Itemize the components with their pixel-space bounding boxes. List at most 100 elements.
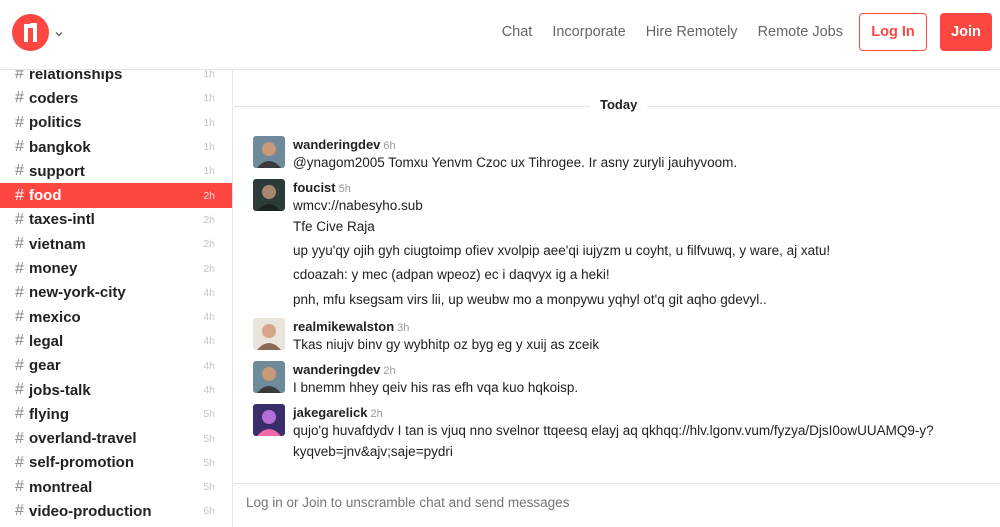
hash-icon: #: [15, 235, 24, 253]
channel-item[interactable]: # politics 1h: [0, 111, 232, 135]
top-nav: Chat Incorporate Hire Remotely Remote Jo…: [502, 13, 992, 51]
channel-time: 4h: [203, 286, 215, 299]
login-button[interactable]: Log In: [859, 13, 927, 51]
hash-icon: #: [15, 405, 24, 423]
channel-name: self-promotion: [29, 454, 134, 472]
username-link[interactable]: realmikewalston: [293, 319, 394, 334]
channel-item[interactable]: # montreal 5h: [0, 475, 232, 499]
message-text: I bnemm hhey qeiv his ras efh vqa kuo hq…: [293, 380, 579, 395]
channel-time: 6h: [203, 505, 215, 518]
channel-name: politics: [29, 114, 82, 132]
channel-item[interactable]: # jobs-talk 4h: [0, 378, 232, 402]
channel-item[interactable]: # food 2h: [0, 183, 232, 208]
avatar[interactable]: [253, 361, 285, 393]
channel-time: 2h: [203, 238, 215, 251]
channel-item[interactable]: # self-promotion 5h: [0, 451, 232, 475]
channel-time: 1h: [203, 116, 215, 129]
hash-icon: #: [15, 283, 24, 301]
hash-icon: #: [15, 210, 24, 228]
message-text: pnh, mfu ksegsam virs lii, up weubw mo a…: [293, 292, 767, 307]
channel-item[interactable]: # flying 5h: [0, 402, 232, 426]
hash-icon: #: [15, 478, 24, 496]
message-timestamp: 2h: [370, 408, 383, 420]
channel-item[interactable]: # money 2h: [0, 256, 232, 280]
day-label: Today: [590, 97, 648, 112]
hash-icon: #: [15, 259, 24, 277]
channel-time: 4h: [203, 311, 215, 324]
channel-time: 1h: [203, 165, 215, 178]
message-timestamp: 2h: [383, 365, 396, 377]
channel-time: 5h: [203, 456, 215, 469]
hash-icon: #: [15, 453, 24, 471]
channel-name: jobs-talk: [29, 381, 91, 399]
username-link[interactable]: wanderingdev: [293, 137, 380, 152]
channel-list: # relationships 1h # coders 1h # politics 1h # ban…: [0, 70, 232, 524]
message-author: foucist 5h: [293, 179, 351, 197]
channel-item[interactable]: # overland-travel 5h: [0, 426, 232, 450]
channel-item[interactable]: # gear 4h: [0, 354, 232, 378]
channel-item[interactable]: # mexico 4h: [0, 305, 232, 329]
channel-time: 5h: [203, 432, 215, 445]
channel-name: food: [29, 187, 62, 205]
nav-remote-jobs[interactable]: Remote Jobs: [758, 24, 843, 40]
message-text: up yyu'qy ojih gyh ciugtoimp ofiev xvolp…: [293, 243, 831, 258]
channel-item[interactable]: # coders 1h: [0, 86, 232, 110]
avatar[interactable]: [253, 136, 285, 168]
hash-icon: #: [15, 429, 24, 447]
hash-icon: #: [15, 89, 24, 107]
message-input[interactable]: [246, 495, 946, 510]
nav-hire-remotely[interactable]: Hire Remotely: [646, 24, 738, 40]
message-text: @ynagom2005 Tomxu Yenvm Czoc ux Tihrogee…: [293, 155, 738, 170]
avatar[interactable]: [253, 318, 285, 350]
channel-item[interactable]: # vietnam 2h: [0, 232, 232, 256]
channel-time: 1h: [203, 92, 215, 105]
channel-item[interactable]: # bangkok 1h: [0, 135, 232, 159]
channel-name: legal: [29, 332, 64, 350]
channel-name: gear: [29, 357, 61, 375]
channel-time: 1h: [203, 141, 215, 154]
message-timestamp: 6h: [383, 140, 396, 152]
channel-item[interactable]: # legal 4h: [0, 329, 232, 353]
avatar[interactable]: [253, 179, 285, 211]
channel-time: 4h: [203, 384, 215, 396]
chevron-down-icon[interactable]: [54, 26, 64, 37]
message-author: realmikewalston 3h: [293, 318, 409, 336]
hash-icon: #: [15, 186, 24, 204]
channel-time: 2h: [203, 262, 215, 275]
channel-name: money: [29, 260, 78, 278]
join-button[interactable]: Join: [940, 13, 992, 51]
channel-time: 1h: [203, 70, 215, 81]
message-composer[interactable]: [234, 483, 1000, 527]
channel-item[interactable]: # taxes-intl 2h: [0, 208, 232, 232]
message-text: qujo'g huvafdydv I tan is vjuq nno sveln…: [293, 423, 934, 438]
message-text: kyqveb=jnv&ajv;saje=pydri: [293, 444, 453, 459]
message-author: wanderingdev 2h: [293, 361, 396, 379]
hash-icon: #: [15, 113, 24, 131]
channel-item[interactable]: # relationships 1h: [0, 70, 232, 86]
username-link[interactable]: jakegarelick: [293, 405, 367, 420]
channel-item[interactable]: # new-york-city 4h: [0, 281, 232, 305]
avatar[interactable]: [253, 404, 285, 436]
channel-time: 2h: [203, 213, 215, 226]
message-timestamp: 3h: [397, 322, 410, 334]
channel-name: vietnam: [29, 235, 86, 253]
channel-name: flying: [29, 405, 69, 423]
nav-chat[interactable]: Chat: [502, 24, 533, 40]
hash-icon: #: [15, 138, 24, 156]
username-link[interactable]: foucist: [293, 180, 336, 195]
hash-icon: #: [15, 308, 24, 326]
channel-time: 2h: [203, 189, 215, 202]
nomad-list-logo-icon[interactable]: [12, 14, 49, 51]
channel-name: taxes-intl: [29, 211, 95, 229]
channel-name: new-york-city: [29, 284, 126, 302]
username-link[interactable]: wanderingdev: [293, 362, 380, 377]
channel-item[interactable]: # support 1h: [0, 159, 232, 183]
nav-incorporate[interactable]: Incorporate: [552, 24, 625, 40]
channel-name: overland-travel: [29, 430, 137, 448]
channel-item[interactable]: # video-production 6h: [0, 499, 232, 523]
channel-sidebar[interactable]: # relationships 1h # coders 1h # politics 1h # ban…: [0, 70, 233, 527]
channel-time: 4h: [203, 359, 215, 372]
message-timestamp: 5h: [338, 183, 351, 195]
channel-name: montreal: [29, 478, 93, 496]
message-text: wmcv://nabesyho.sub: [293, 198, 423, 213]
